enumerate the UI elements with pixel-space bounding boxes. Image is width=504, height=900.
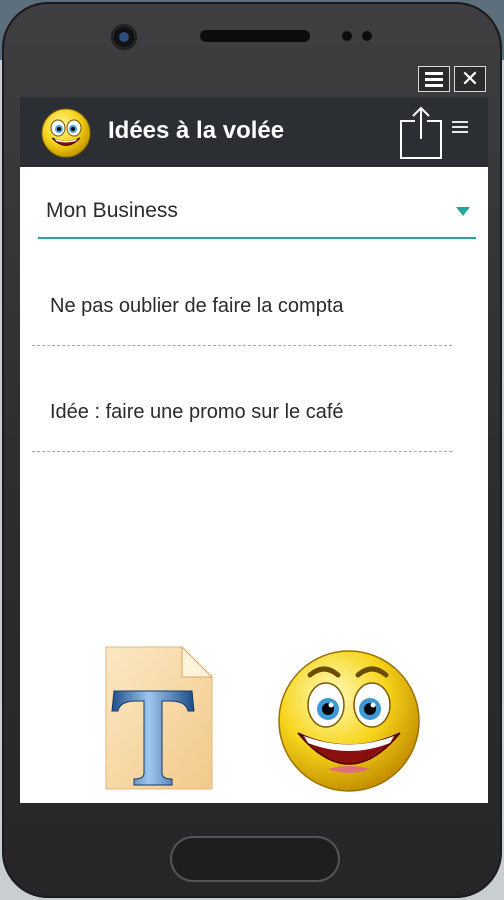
- note-item[interactable]: Idée : faire une promo sur le café: [32, 371, 452, 452]
- home-button[interactable]: [170, 836, 340, 882]
- window-controls: ✕: [418, 66, 486, 92]
- note-item[interactable]: Ne pas oublier de faire la compta: [32, 265, 452, 346]
- menu-icon: [425, 71, 443, 87]
- camera-icon: [111, 24, 137, 50]
- dropdown-arrow-icon: [456, 207, 470, 216]
- smiley-logo-icon: [41, 108, 91, 158]
- sensor-dot: [362, 31, 372, 41]
- window-menu-button[interactable]: [418, 66, 450, 92]
- sensor-dot: [342, 31, 352, 41]
- smiley-icon[interactable]: [276, 645, 422, 793]
- note-text: Ne pas oublier de faire la compta: [50, 295, 344, 317]
- app-screen: Idées à la volée Mon Business Ne pas oub…: [20, 97, 488, 803]
- phone-frame: ✕ Idées à la volée Mon Business Ne pas o…: [2, 2, 502, 898]
- share-icon[interactable]: [400, 105, 442, 159]
- window-close-button[interactable]: ✕: [454, 66, 486, 92]
- app-title: Idées à la volée: [108, 117, 285, 144]
- close-icon: ✕: [460, 66, 480, 91]
- note-text: Idée : faire une promo sur le café: [50, 401, 344, 423]
- text-document-icon[interactable]: [104, 645, 214, 791]
- earpiece-speaker: [200, 30, 310, 42]
- category-dropdown[interactable]: Mon Business: [38, 189, 476, 239]
- overflow-menu-icon[interactable]: [452, 121, 470, 139]
- app-bar: Idées à la volée: [20, 97, 488, 167]
- category-selected-value: Mon Business: [46, 199, 178, 222]
